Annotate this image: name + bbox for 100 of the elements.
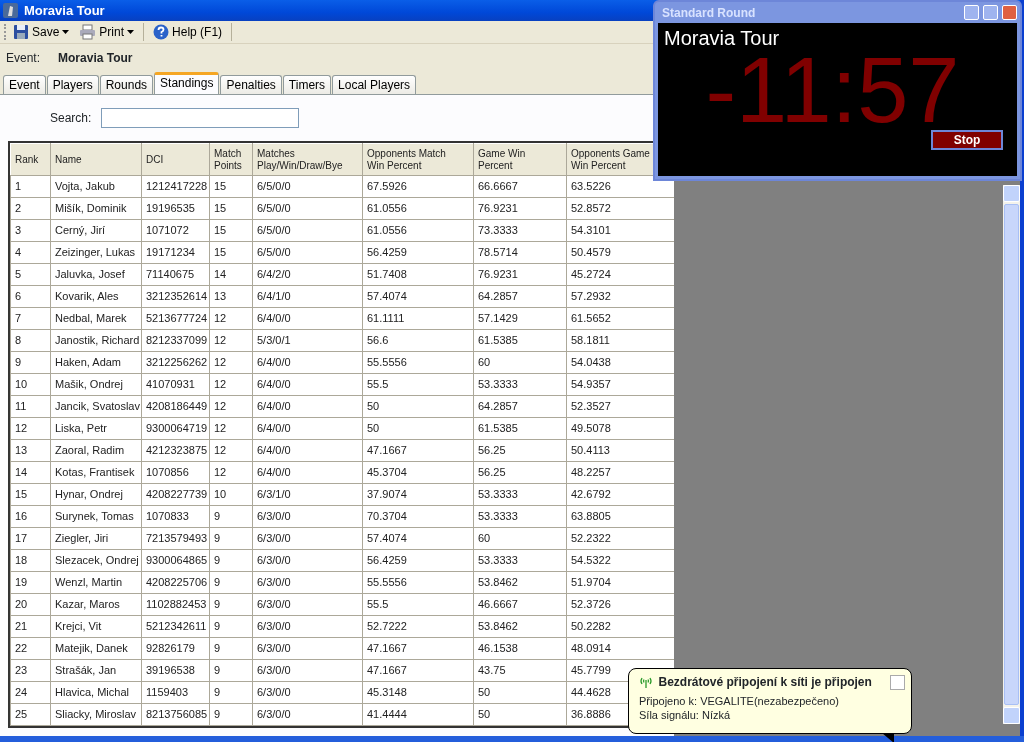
table-cell: 15 [209,241,253,264]
table-cell: Haken, Adam [50,351,142,374]
table-cell: 13 [209,285,253,308]
countdown-time: -11:57 [705,50,960,130]
table-cell: 13 [10,439,51,462]
table-cell: Cerný, Jirí [50,219,142,242]
maximize-button[interactable] [983,5,998,20]
tab[interactable]: Standings [154,72,220,94]
column-header[interactable]: Name [55,154,82,166]
table-cell: 12 [209,395,253,418]
table-cell: 6/3/1/0 [252,483,363,506]
search-field[interactable] [101,108,300,128]
tab[interactable]: Timers [282,75,332,94]
table-cell: 66.6667 [473,175,567,198]
table-cell: 6/3/0/0 [252,593,363,616]
table-cell: 71140675 [141,263,210,286]
table-cell: 6/3/0/0 [252,505,363,528]
table-cell: 55.5556 [362,351,474,374]
minimize-button[interactable] [964,5,979,20]
table-cell: 3212352614 [141,285,210,308]
save-button[interactable]: Save [9,22,74,42]
table-cell: 76.9231 [473,197,567,220]
tab[interactable]: Local Players [332,75,417,94]
table-cell: 52.7222 [362,615,474,638]
table-cell: 1070856 [141,461,210,484]
table-cell: 56.25 [473,439,567,462]
table-cell: 43.75 [473,659,567,682]
table-cell: Zaoral, Radim [50,439,142,462]
table-cell: 9 [209,549,253,572]
table-cell: 56.6 [362,329,474,352]
table-cell: 9 [10,351,51,374]
tab[interactable]: Event [3,75,46,94]
table-cell: Slezacek, Ondrej [50,549,142,572]
toolbar-grip [4,24,7,40]
tab[interactable]: Players [46,75,99,94]
table-cell: 2 [10,197,51,220]
tab[interactable]: Penalties [220,75,282,94]
help-button[interactable]: Help (F1) [149,22,227,42]
table-cell: 5/3/0/1 [252,329,363,352]
table-cell: 8212337099 [141,329,210,352]
table-cell: 53.8462 [473,571,567,594]
table-cell: 64.2857 [473,285,567,308]
table-cell: 55.5 [362,373,474,396]
table-cell: 9 [209,505,253,528]
table-cell: 4208186449 [141,395,210,418]
print-button[interactable]: Print [75,22,139,42]
table-cell: 15 [209,219,253,242]
table-cell: 6/3/0/0 [252,527,363,550]
column-header[interactable]: DCI [146,154,164,166]
table-cell: 6/4/0/0 [252,395,363,418]
table-cell: 12 [10,417,51,440]
table-cell: 14 [10,461,51,484]
table-cell: 12 [209,351,253,374]
table-cell: 12 [209,417,253,440]
table-cell: 61.5385 [473,417,567,440]
table-cell: 6/4/2/0 [252,263,363,286]
table-cell: Hlavica, Michal [50,681,142,704]
table-cell: 1159403 [141,681,210,704]
table-cell: 45.3704 [362,461,474,484]
table-cell: 6 [10,285,51,308]
table-cell: 6/4/0/0 [252,351,363,374]
table-cell: 41.4444 [362,703,474,726]
table-cell: 46.1538 [473,637,567,660]
table-cell: 50 [473,703,567,726]
close-button[interactable] [890,674,905,690]
table-cell: 56.4259 [362,549,474,572]
table-cell: Mišík, Dominik [50,197,142,220]
table-cell: 45.3148 [362,681,474,704]
table-cell: Vojta, Jakub [50,175,142,198]
table-cell: 57.4074 [362,527,474,550]
table-cell: 1212417228 [141,175,210,198]
help-icon [153,24,170,40]
table-cell: 73.3333 [473,219,567,242]
table-cell: Wenzl, Martin [50,571,142,594]
table-cell: 1102882453 [141,593,210,616]
scrollbar[interactable] [1003,185,1020,724]
table-cell: 5 [10,263,51,286]
table-cell: 7213579493 [141,527,210,550]
table-cell: 19196535 [141,197,210,220]
tab[interactable]: Rounds [99,75,154,94]
table-cell: Matejik, Danek [50,637,142,660]
table-cell: 10 [10,373,51,396]
table-cell: 19 [10,571,51,594]
table-cell: Janostik, Richard [50,329,142,352]
table-cell: 6/3/0/0 [252,615,363,638]
table-cell: 4212323875 [141,439,210,462]
table-cell: Kazar, Maros [50,593,142,616]
table-cell: 6/4/0/0 [252,417,363,440]
table-cell: 56.25 [473,461,567,484]
table-cell: 4208227739 [141,483,210,506]
table-cell: 53.8462 [473,615,567,638]
table-cell: 61.1111 [362,307,474,330]
table-cell: 17 [10,527,51,550]
table-cell: 9 [209,681,253,704]
table-cell: 51.7408 [362,263,474,286]
table-cell: 6/5/0/0 [252,175,363,198]
table-cell: 50 [362,417,474,440]
printer-icon [79,24,97,40]
stop-button[interactable]: Stop [931,130,1003,150]
table-cell: 1071072 [141,219,210,242]
